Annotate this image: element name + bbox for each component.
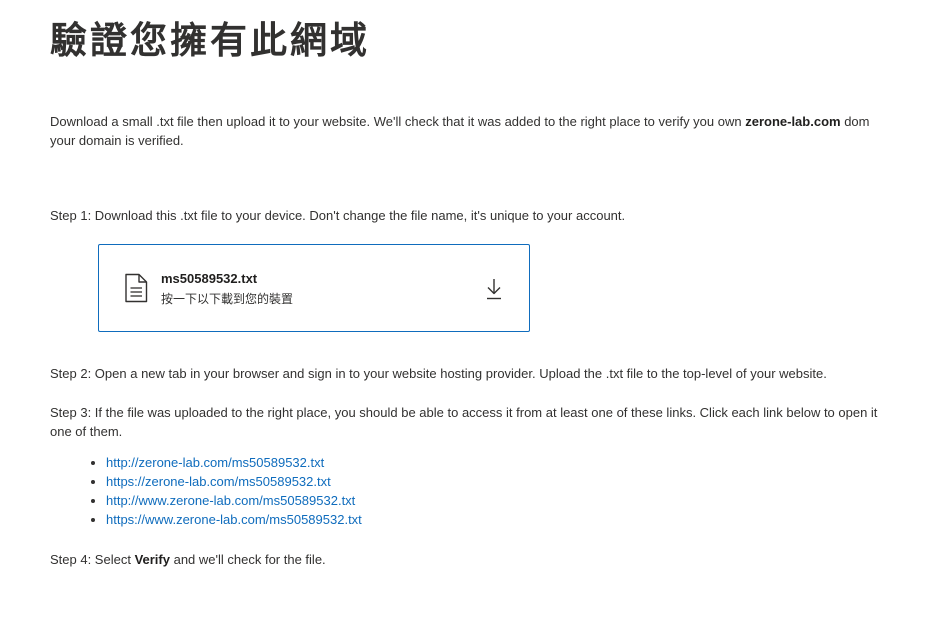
intro-domain: zerone-lab.com [745,114,841,129]
list-item: http://zerone-lab.com/ms50589532.txt [106,453,362,472]
verification-links: http://zerone-lab.com/ms50589532.txt htt… [88,453,362,529]
download-hint: 按一下以下載到您的裝置 [161,292,294,306]
link-https-www[interactable]: https://www.zerone-lab.com/ms50589532.tx… [106,512,362,527]
download-file-card[interactable]: ms50589532.txt 按一下以下載到您的裝置 [98,244,530,332]
download-icon[interactable] [485,278,503,300]
step3-line1: Step 3: If the file was uploaded to the … [50,405,878,420]
intro-text-after: dom [840,114,870,129]
step3-paragraph: Step 3: If the file was uploaded to the … [50,403,877,441]
step4-verify-label: Verify [134,552,170,567]
step2-text: Step 2: Open a new tab in your browser a… [50,366,827,381]
list-item: https://zerone-lab.com/ms50589532.txt [106,472,362,491]
intro-paragraph: Download a small .txt file then upload i… [50,112,869,150]
step4-paragraph: Step 4: Select Verify and we'll check fo… [50,550,326,569]
step3-line2: one of them. [50,424,123,439]
list-item: http://www.zerone-lab.com/ms50589532.txt [106,491,362,510]
step4-text: Step 4: Select [50,552,135,567]
intro-line2: your domain is verified. [50,133,184,148]
list-item: https://www.zerone-lab.com/ms50589532.tx… [106,510,362,529]
intro-text: Download a small .txt file then upload i… [50,114,746,129]
verify-domain-page: 驗證您擁有此網域 Download a small .txt file then… [50,0,938,625]
link-http[interactable]: http://zerone-lab.com/ms50589532.txt [106,455,324,470]
link-http-www[interactable]: http://www.zerone-lab.com/ms50589532.txt [106,493,355,508]
link-https[interactable]: https://zerone-lab.com/ms50589532.txt [106,474,331,489]
page-title: 驗證您擁有此網域 [50,19,370,62]
step1-text: Step 1: Download this .txt file to your … [50,208,626,223]
file-name: ms50589532.txt [161,271,258,286]
step4-text-after: and we'll check for the file. [169,552,326,567]
document-icon [125,273,148,303]
